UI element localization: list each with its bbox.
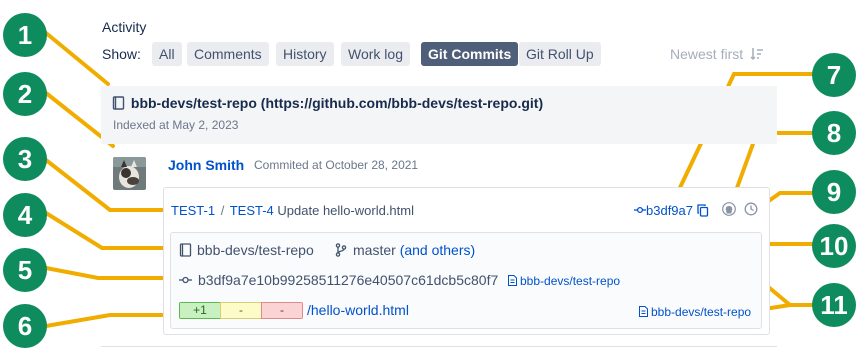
github-icon[interactable] [722, 202, 736, 216]
leader-line-6 [44, 313, 176, 328]
leader-line-1 [44, 31, 110, 86]
callout-4: 4 [3, 193, 47, 237]
short-hash-link[interactable]: b3df9a7 [634, 203, 693, 218]
branch-icon [335, 243, 347, 257]
divider [101, 346, 777, 347]
full-commit-hash-row: b3df9a7e10b99258511276e40507c61dcb5c80f7 [179, 272, 498, 288]
sort-descending-icon [750, 47, 764, 61]
indexed-date: Indexed at May 2, 2023 [113, 118, 239, 132]
hash-repository-link[interactable]: bbb-devs/test-repo [508, 274, 620, 288]
short-hash-text: b3df9a7 [646, 203, 693, 218]
tab-comments[interactable]: Comments [187, 42, 269, 66]
commit-repository: bbb-devs/test-repo [179, 242, 314, 258]
tab-git-commits[interactable]: Git Commits [421, 42, 519, 66]
leader-line-5 [44, 266, 176, 280]
diff-modified-count: - [220, 302, 262, 319]
callout-10: 10 [812, 224, 856, 268]
file-repository-link-text: bbb-devs/test-repo [651, 305, 752, 319]
tab-git-roll-up[interactable]: Git Roll Up [519, 42, 601, 66]
callout-5: 5 [3, 248, 47, 292]
repository-icon [179, 243, 192, 257]
commit-date: Commited at October 28, 2021 [254, 158, 419, 172]
callout-8: 8 [812, 111, 856, 155]
callout-3: 3 [3, 137, 47, 181]
callout-6: 6 [3, 304, 47, 348]
tab-work-log[interactable]: Work log [341, 42, 410, 66]
hash-repository-link-text: bbb-devs/test-repo [520, 274, 621, 288]
activity-title: Activity [102, 19, 147, 35]
issue-link-test-4[interactable]: TEST-4 [230, 203, 274, 218]
file-icon [508, 275, 517, 286]
sort-order-label: Newest first [670, 46, 744, 62]
commit-issue-line: TEST-1 / TEST-4 Update hello-world.html [171, 203, 414, 218]
history-icon[interactable] [744, 202, 758, 216]
repository-title-text: bbb-devs/test-repo (https://github.com/b… [130, 95, 544, 111]
commit-repository-name: bbb-devs/test-repo [197, 242, 314, 258]
commit-icon [634, 203, 646, 214]
commit-author[interactable]: John Smith [168, 157, 244, 173]
diff-deleted-count: - [261, 302, 303, 319]
leader-line-4 [44, 211, 174, 250]
callout-2: 2 [3, 72, 47, 116]
repository-title[interactable]: bbb-devs/test-repo (https://github.com/b… [112, 95, 543, 111]
commit-icon [179, 272, 192, 284]
copy-icon[interactable] [697, 204, 709, 217]
changed-file-link[interactable]: /hello-world.html [307, 302, 409, 318]
avatar [113, 157, 146, 190]
tab-all[interactable]: All [152, 42, 182, 66]
file-icon [639, 306, 648, 317]
issue-separator: / [220, 203, 225, 218]
branch-name: master [353, 242, 396, 258]
show-label: Show: [102, 46, 141, 62]
branch-others-link[interactable]: (and others) [400, 242, 475, 258]
file-repository-link[interactable]: bbb-devs/test-repo [639, 305, 751, 319]
callout-1: 1 [3, 13, 47, 57]
callout-11: 11 [812, 283, 856, 327]
commit-branch: master (and others) [335, 242, 475, 258]
issue-link-test-1[interactable]: TEST-1 [171, 203, 215, 218]
callout-7: 7 [812, 53, 856, 97]
leader-line-9 [761, 191, 818, 207]
tab-history[interactable]: History [276, 42, 334, 66]
commit-message: Update hello-world.html [277, 203, 414, 218]
callout-9: 9 [812, 170, 856, 214]
full-commit-hash: b3df9a7e10b99258511276e40507c61dcb5c80f7 [198, 272, 499, 288]
sort-order-toggle[interactable]: Newest first [670, 46, 764, 62]
diff-added-count: +1 [179, 302, 221, 319]
diff-stats: +1 - - [179, 302, 303, 319]
repository-icon [112, 96, 125, 110]
